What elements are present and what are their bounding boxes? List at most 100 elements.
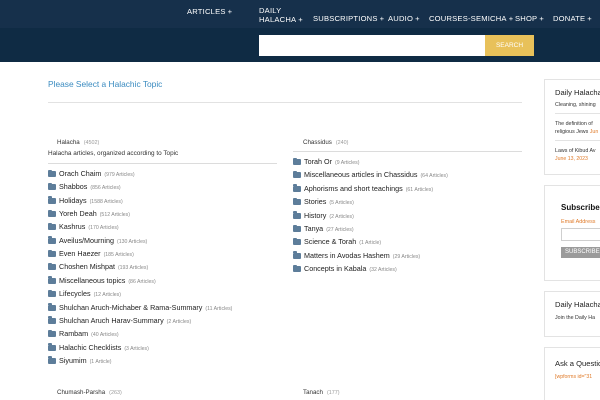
widget-divider: [555, 113, 600, 114]
nav-daily-halacha[interactable]: DAILY HALACHA +: [259, 6, 303, 24]
folder-icon: [48, 316, 56, 324]
topic-name: Rambam: [59, 329, 89, 339]
topic-name: Orach Chaim: [59, 169, 102, 178]
site-header: ARTICLES + DAILY HALACHA + SUBSCRIPTIONS + …: [0, 0, 600, 62]
daily-item-link[interactable]: The definition of: [555, 121, 593, 127]
search-input[interactable]: [259, 35, 485, 56]
nav-plus-icon: +: [539, 14, 544, 23]
category-tanach-heading[interactable]: Tanach (177): [303, 389, 340, 396]
nav-plus-icon: +: [227, 7, 233, 16]
topic-count: (11 Articles): [205, 305, 233, 312]
folder-icon: [293, 251, 301, 259]
category-halacha-heading[interactable]: Halacha (4502): [57, 139, 99, 146]
folder-icon: [48, 236, 56, 244]
email-field[interactable]: [561, 228, 600, 241]
topic-label: Science & Torah (1 Article): [304, 237, 381, 246]
folder-icon: [293, 224, 301, 232]
topic-name: Aphorisms and short teachings: [304, 183, 403, 193]
topic-name: Matters in Avodas Hashem: [304, 250, 390, 260]
topic-name: Holidays: [59, 195, 87, 205]
topic-label: Shulchan Aruch Harav-Summary (2 Articles): [59, 316, 191, 325]
folder-icon: [48, 303, 56, 311]
topic-count: (1588 Articles): [89, 198, 123, 205]
topic-count: (3 Articles): [124, 345, 149, 352]
topic-label: Rambam (40 Articles): [59, 329, 119, 338]
topic-count: (9 Articles): [334, 160, 360, 166]
nav-courses-label: COURSES-SEMICHA: [429, 14, 507, 23]
page-title: Please Select a Halachic Topic: [48, 79, 163, 89]
topic-label: Halachic Checklists (3 Articles): [59, 343, 149, 352]
category-description: Halacha articles, organized according to…: [48, 150, 179, 157]
topic-count: (5 Articles): [329, 200, 354, 207]
folder-icon: [48, 249, 56, 258]
widget-title: Daily Halacha: [555, 300, 600, 309]
ask-question-widget: Ask a Question [wpforms id="31: [544, 347, 600, 400]
topic-label: Lifecycles (12 Articles): [59, 289, 121, 298]
topic-name: Even Haezer: [59, 249, 101, 259]
topic-label: Shabbos (856 Articles): [59, 182, 121, 191]
search-button[interactable]: SEARCH: [485, 35, 534, 56]
topic-name: Miscellaneous topics: [59, 275, 126, 285]
daily-halacha-widget: Daily Halacha Cleaning, shining The defi…: [544, 79, 600, 175]
ask-form-text: [wpforms id="31: [555, 374, 593, 380]
category-chumash-parsha-heading[interactable]: Chumash-Parsha (263): [57, 389, 122, 396]
topic-label: Matters in Avodas Hashem (29 Articles): [304, 251, 420, 260]
nav-articles[interactable]: ARTICLES +: [187, 7, 232, 16]
nav-shop-label: SHOP: [515, 14, 538, 23]
category-heading-label: Chumash-Parsha: [57, 389, 106, 396]
folder-icon: [48, 329, 56, 338]
daily-item-date: Jun: [589, 129, 599, 135]
folder-icon: [293, 157, 301, 165]
topic-count: (32 Articles): [369, 267, 397, 274]
topic-count: (512 Articles): [99, 212, 130, 219]
topic-count: (856 Articles): [90, 185, 121, 192]
daily-item-text: religious Jews: [555, 129, 589, 135]
widget-divider: [555, 140, 600, 141]
topic-count: (40 Articles): [91, 332, 119, 339]
nav-courses-semicha[interactable]: COURSES-SEMICHA +: [429, 14, 513, 23]
topic-count: (1 Article): [359, 240, 382, 247]
folder-icon: [48, 343, 56, 351]
nav-plus-icon: +: [587, 14, 592, 23]
topic-name: Siyumim: [59, 355, 87, 365]
topic-count: (27 Articles): [326, 227, 354, 233]
topic-count: (979 Articles): [104, 172, 135, 178]
topic-label: Even Haezer (185 Articles): [59, 249, 134, 258]
folder-icon: [48, 196, 56, 204]
topic-count: (29 Articles): [392, 253, 421, 260]
category-count: (4502): [83, 140, 100, 146]
category-chassidus-heading[interactable]: Chassidus (240): [303, 139, 348, 146]
category-heading-label: Tanach: [303, 389, 323, 396]
nav-shop[interactable]: SHOP +: [515, 14, 544, 23]
folder-icon: [293, 237, 301, 246]
nav-audio[interactable]: AUDIO +: [388, 14, 420, 23]
widget-title: Subscribe: [561, 203, 600, 212]
subscribe-button[interactable]: SUBSCRIBE: [561, 247, 600, 258]
daily-item-link[interactable]: religious Jews Jun: [555, 129, 598, 135]
topic-label: Yoreh Deah (512 Articles): [59, 209, 130, 218]
topic-name: Torah Or: [304, 157, 332, 166]
category-count: (263): [109, 390, 122, 396]
daily-halacha-join-widget: Daily Halacha Join the Daily Ha: [544, 291, 600, 337]
topic-name: Choshen Mishpat: [59, 262, 115, 272]
widget-title: Ask a Question: [555, 359, 600, 368]
topic-count: (64 Articles): [420, 173, 448, 180]
topic-name: Halachic Checklists: [59, 342, 122, 352]
nav-plus-icon: +: [298, 15, 303, 24]
nav-plus-icon: +: [415, 14, 420, 23]
nav-subscriptions[interactable]: SUBSCRIPTIONS +: [313, 14, 384, 23]
daily-item-link[interactable]: Cleaning, shining: [555, 102, 596, 108]
folder-icon: [48, 169, 56, 177]
topic-label: Torah Or (9 Articles): [304, 157, 359, 166]
nav-donate[interactable]: DONATE +: [553, 14, 592, 23]
nav-daily-label: DAILY: [259, 6, 282, 15]
topic-count: (61 Articles): [405, 186, 434, 193]
folder-icon: [48, 182, 56, 191]
topic-count: (2 Articles): [329, 213, 354, 220]
column-divider: [293, 151, 522, 152]
daily-item-link[interactable]: Laws of Kibud Av: [555, 148, 596, 154]
column-divider: [48, 163, 277, 164]
topic-label: Miscellaneous topics (86 Articles): [59, 276, 156, 285]
topic-count: (1 Article): [89, 358, 112, 365]
folder-icon: [48, 356, 56, 364]
